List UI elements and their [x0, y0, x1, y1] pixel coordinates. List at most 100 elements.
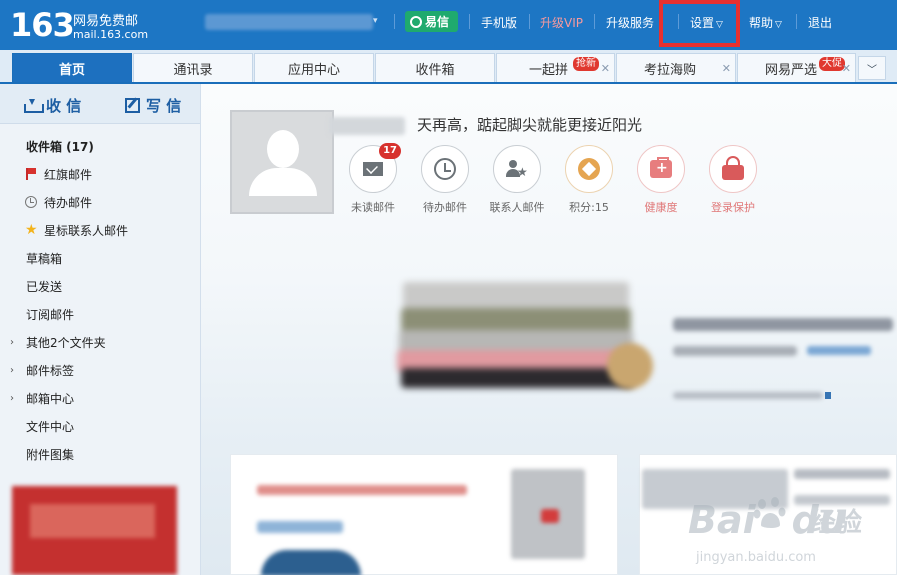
promo-text-blurred [673, 318, 893, 331]
folder-attachments[interactable]: 附件图集 [0, 440, 200, 468]
stat-todo-mail[interactable]: 待办邮件 [410, 145, 480, 215]
tab-app-center[interactable]: 应用中心 [254, 53, 374, 82]
card-image-blurred [261, 550, 361, 575]
folder-label: 文件中心 [26, 419, 75, 434]
clock-icon [25, 195, 39, 209]
tab-label: 考拉海购 [644, 62, 697, 78]
chevron-right-icon[interactable]: › [10, 393, 14, 404]
contact-star-icon: ★ [506, 159, 528, 179]
logo-domain: mail.163.com [73, 28, 149, 41]
tab-label: 一起拼 [529, 62, 569, 78]
tab-home[interactable]: 首页 [12, 53, 132, 82]
coin-icon [578, 158, 600, 180]
stat-login-protection[interactable]: 登录保护 [698, 145, 768, 215]
inbox-download-icon [24, 98, 44, 113]
upgrade-service-link[interactable]: 升级服务 [606, 14, 654, 31]
folder-label: 星标联系人邮件 [44, 223, 129, 238]
avatar[interactable] [230, 110, 334, 214]
receive-label: 收 信 [46, 97, 82, 115]
lock-icon [722, 155, 744, 180]
yixin-icon [410, 15, 422, 28]
logo-number: 163 [10, 6, 75, 44]
close-icon[interactable]: ✕ [722, 62, 731, 75]
chevron-down-icon: ▽ [775, 20, 782, 30]
star-icon: ★ [25, 222, 38, 238]
card-text-blurred [257, 485, 467, 495]
stat-unread-mail[interactable]: 17 未读邮件 [338, 143, 408, 215]
flag-icon [25, 167, 39, 181]
tab-label: 通讯录 [173, 62, 213, 78]
promo-coin-image [607, 343, 653, 389]
write-mail-button[interactable]: 写 信 [125, 95, 181, 116]
header-divider [594, 14, 595, 29]
stat-label: 健康度 [644, 201, 678, 214]
watermark-url: jingyan.baidu.com [696, 550, 816, 565]
folder-label: 已发送 [26, 279, 63, 294]
help-menu[interactable]: 帮助 ▽ [749, 14, 782, 31]
folder-sent[interactable]: 已发送 [0, 272, 200, 300]
main-content: 天再高，踮起脚尖就能更接近阳光 17 未读邮件 待办邮件 ★ 联系人邮件 积分:… [201, 84, 897, 575]
close-icon[interactable]: ✕ [601, 62, 610, 75]
stat-points[interactable]: 积分:15 [554, 145, 624, 215]
promo-active-dot[interactable] [825, 392, 831, 399]
folder-inbox[interactable]: 收件箱 (17) [0, 132, 200, 160]
folder-subscriptions[interactable]: 订阅邮件 [0, 300, 200, 328]
account-dropdown-icon[interactable]: ▾ [373, 16, 378, 26]
promo-text-blurred [673, 346, 797, 356]
top-header: 163 网易免费邮 mail.163.com ▾ 易信 手机版 升级VIP 升级… [0, 0, 897, 50]
header-divider [394, 14, 395, 29]
folder-file-center[interactable]: 文件中心 [0, 412, 200, 440]
promo-image[interactable] [397, 272, 643, 402]
tabs-more-button[interactable]: ﹀ [858, 56, 886, 80]
settings-highlight-box [659, 0, 740, 47]
tab-yanxuan[interactable]: 网易严选 大促 ✕ [737, 53, 856, 82]
folder-other[interactable]: › 其他2个文件夹 [0, 328, 200, 356]
upgrade-vip-link[interactable]: 升级VIP [540, 14, 583, 31]
paw-icon [753, 497, 786, 528]
health-kit-icon [650, 157, 672, 178]
header-divider [529, 14, 530, 29]
compose-bar: 收 信 写 信 [0, 84, 200, 124]
stat-label: 联系人邮件 [489, 201, 545, 214]
envelope-icon [363, 162, 383, 176]
tab-contacts[interactable]: 通讯录 [133, 53, 253, 82]
folder-drafts[interactable]: 草稿箱 [0, 244, 200, 272]
tab-badge: 抢新 [573, 57, 599, 71]
close-icon[interactable]: ✕ [842, 62, 851, 75]
chevron-right-icon[interactable]: › [10, 365, 14, 376]
receive-mail-button[interactable]: 收 信 [24, 95, 81, 116]
promo-dots-blurred [673, 392, 823, 399]
folder-label: 订阅邮件 [26, 307, 75, 322]
tab-yiqipin[interactable]: 一起拼 抢新 ✕ [496, 53, 615, 82]
promo-link-blurred[interactable] [807, 346, 871, 355]
folder-starred-contacts[interactable]: ★ 星标联系人邮件 [0, 216, 200, 244]
tab-label: 网易严选 [765, 62, 818, 78]
stat-contact-mail[interactable]: ★ 联系人邮件 [482, 145, 552, 215]
stat-health[interactable]: 健康度 [626, 145, 696, 215]
folder-mailbox-center[interactable]: › 邮箱中心 [0, 384, 200, 412]
tab-kaola[interactable]: 考拉海购 ✕ [616, 53, 736, 82]
unread-count-badge: 17 [379, 143, 401, 159]
folder-label: 附件图集 [26, 447, 75, 462]
folder-label: 红旗邮件 [44, 167, 93, 182]
chevron-right-icon[interactable]: › [10, 337, 14, 348]
sidebar: 收 信 写 信 收件箱 (17) 红旗邮件 待办邮件 ★ 星标联系人邮件 草稿箱 … [0, 84, 201, 575]
tab-inbox[interactable]: 收件箱 [375, 53, 495, 82]
watermark-suffix: 经验 [810, 508, 863, 538]
card-text-blurred [257, 521, 343, 533]
logout-link[interactable]: 退出 [808, 14, 832, 31]
content-card [230, 454, 618, 575]
stat-label: 积分:15 [569, 201, 609, 214]
folder-flagged[interactable]: 红旗邮件 [0, 160, 200, 188]
folder-tags[interactable]: › 邮件标签 [0, 356, 200, 384]
yixin-label: 易信 [425, 15, 450, 29]
yixin-button[interactable]: 易信 [405, 11, 458, 32]
folder-label: 待办邮件 [44, 195, 93, 210]
profile-motto: 天再高，踮起脚尖就能更接近阳光 [417, 116, 643, 134]
account-name-blurred[interactable] [205, 14, 373, 30]
sidebar-ad-banner[interactable] [12, 486, 177, 575]
help-label: 帮助 [749, 16, 774, 30]
folder-todo[interactable]: 待办邮件 [0, 188, 200, 216]
mobile-version-link[interactable]: 手机版 [481, 14, 517, 31]
header-divider [469, 14, 470, 29]
